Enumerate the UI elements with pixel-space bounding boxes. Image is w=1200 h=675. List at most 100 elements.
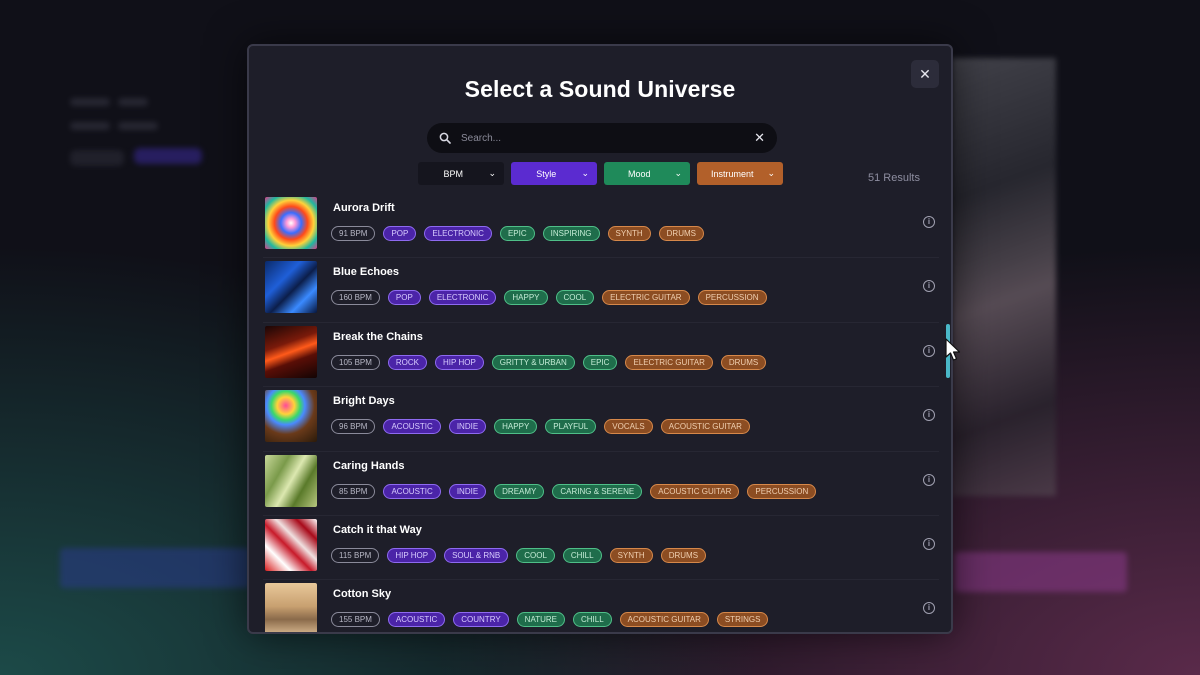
- track-row[interactable]: Break the Chains 105 BPM ROCK HIP HOP GRITTY…: [263, 323, 939, 388]
- mood-tag: COOL: [516, 547, 555, 563]
- mood-tag: CARING & SERENE: [552, 483, 643, 499]
- style-tag: ROCK: [387, 354, 428, 370]
- mood-tag: PLAYFUL: [545, 419, 597, 435]
- sound-universe-modal: ✕ Select a Sound Universe ✕ BPM ⌄ Style …: [247, 44, 953, 634]
- mood-tag: CHILL: [562, 547, 602, 563]
- filter-label: BPM: [443, 168, 463, 179]
- track-name: Break the Chains: [333, 330, 423, 343]
- info-icon[interactable]: i: [923, 473, 935, 486]
- search-input[interactable]: [459, 131, 755, 145]
- style-tag: POP: [383, 226, 417, 241]
- bg-button: [134, 148, 202, 164]
- info-icon[interactable]: i: [923, 344, 935, 357]
- track-thumbnail: [265, 261, 317, 314]
- clear-search-icon[interactable]: ✕: [754, 130, 765, 146]
- track-tags: 85 BPM ACOUSTIC INDIE DREAMY CARING & SERENE…: [331, 483, 817, 499]
- bpm-tag: 115 BPM: [331, 547, 380, 563]
- bg-timeline-bar: [955, 552, 1127, 592]
- filter-label: Mood: [627, 168, 651, 179]
- search-bar: ✕: [427, 123, 777, 153]
- track-thumbnail: [265, 325, 317, 378]
- style-tag: ELECTRONIC: [424, 226, 492, 241]
- style-tag: ACOUSTIC: [383, 483, 441, 499]
- style-tag: ACOUSTIC: [387, 612, 446, 628]
- style-tag: ELECTRONIC: [428, 290, 497, 306]
- track-name: Aurora Drift: [333, 202, 395, 214]
- track-row[interactable]: Catch it that Way 115 BPM HIP HOP SOUL & RN…: [263, 516, 939, 581]
- mood-tag: NATURE: [516, 612, 565, 628]
- modal-title: Select a Sound Universe: [464, 76, 736, 102]
- style-tag: ACOUSTIC: [383, 419, 441, 435]
- instrument-tag: VOCALS: [604, 419, 653, 435]
- info-icon[interactable]: i: [923, 537, 935, 550]
- bg-button: [70, 150, 124, 166]
- style-tag: POP: [387, 290, 421, 306]
- track-thumbnail: [265, 583, 317, 632]
- track-row[interactable]: Bright Days 96 BPM ACOUSTIC INDIE HAPPY PLAYF…: [263, 387, 939, 452]
- search-icon: [439, 132, 451, 144]
- bg-placeholder-line: [118, 98, 148, 106]
- bg-placeholder-line: [70, 98, 110, 106]
- style-tag: HIP HOP: [387, 547, 437, 563]
- instrument-tag: STRINGS: [716, 612, 769, 628]
- track-tags: 155 BPM ACOUSTIC COUNTRY NATURE CHILL ACOUSTI…: [331, 612, 769, 628]
- track-name: Cotton Sky: [333, 588, 392, 601]
- mood-tag: EPIC: [582, 354, 618, 370]
- filter-bpm[interactable]: BPM ⌄: [418, 162, 504, 185]
- track-row[interactable]: Caring Hands 85 BPM ACOUSTIC INDIE DREAMY CAR…: [263, 452, 939, 516]
- instrument-tag: SYNTH: [607, 226, 651, 241]
- info-icon[interactable]: i: [923, 409, 935, 422]
- style-tag: INDIE: [448, 483, 487, 499]
- instrument-tag: ELECTRIC GUITAR: [602, 290, 690, 306]
- mood-tag: GRITTY & URBAN: [491, 354, 575, 370]
- bg-placeholder-line: [118, 122, 158, 130]
- style-tag: HIP HOP: [435, 354, 484, 370]
- bg-timeline-bar: [60, 548, 250, 588]
- bpm-tag: 160 BPM: [331, 290, 380, 306]
- style-tag: SOUL & RNB: [444, 547, 509, 563]
- track-thumbnail: [265, 454, 317, 507]
- instrument-tag: ELECTRIC GUITAR: [625, 354, 713, 370]
- mood-tag: EPIC: [499, 226, 535, 241]
- mood-tag: HAPPY: [504, 290, 548, 306]
- instrument-tag: PERCUSSION: [697, 290, 767, 306]
- track-row[interactable]: Cotton Sky 155 BPM ACOUSTIC COUNTRY NATURE CH…: [263, 580, 939, 632]
- bpm-tag: 85 BPM: [331, 483, 376, 499]
- track-thumbnail: [265, 390, 317, 443]
- instrument-tag: DRUMS: [658, 226, 704, 241]
- mood-tag: HAPPY: [494, 419, 538, 435]
- track-thumbnail: [265, 197, 317, 249]
- bg-photo: [952, 58, 1056, 496]
- chevron-down-icon: ⌄: [767, 168, 775, 178]
- info-icon[interactable]: i: [923, 216, 935, 228]
- filter-mood[interactable]: Mood ⌄: [604, 162, 690, 185]
- style-tag: COUNTRY: [453, 612, 509, 628]
- filter-instrument[interactable]: Instrument ⌄: [697, 162, 783, 185]
- track-tags: 91 BPM POP ELECTRONIC EPIC INSPIRING SYNTH DRU…: [331, 226, 704, 241]
- track-thumbnail: [265, 518, 317, 571]
- mouse-cursor-icon: [945, 338, 961, 361]
- track-tags: 115 BPM HIP HOP SOUL & RNB COOL CHILL SYNTH DR…: [331, 547, 707, 563]
- mood-tag: INSPIRING: [542, 226, 600, 241]
- track-name: Caring Hands: [333, 459, 405, 472]
- track-list: Aurora Drift 91 BPM POP ELECTRONIC EPIC INSPI…: [263, 194, 939, 632]
- filter-label: Style: [536, 168, 557, 179]
- mood-tag: COOL: [555, 290, 595, 306]
- track-tags: 105 BPM ROCK HIP HOP GRITTY & URBAN EPIC ELEC…: [331, 354, 767, 370]
- track-tags: 160 BPM POP ELECTRONIC HAPPY COOL ELECTRIC GU…: [331, 290, 767, 306]
- track-row[interactable]: Aurora Drift 91 BPM POP ELECTRONIC EPIC INSPI…: [263, 194, 939, 259]
- bpm-tag: 155 BPM: [331, 612, 380, 628]
- bg-placeholder-line: [70, 122, 110, 130]
- instrument-tag: DRUMS: [720, 354, 767, 370]
- filter-label: Instrument: [710, 168, 754, 179]
- chevron-down-icon: ⌄: [581, 168, 589, 178]
- filter-style[interactable]: Style ⌄: [511, 162, 597, 185]
- info-icon[interactable]: i: [923, 280, 935, 293]
- track-name: Bright Days: [333, 395, 395, 408]
- track-row[interactable]: Blue Echoes 160 BPM POP ELECTRONIC HAPPY COOL…: [263, 258, 939, 323]
- info-icon[interactable]: i: [923, 602, 935, 615]
- bpm-tag: 105 BPM: [331, 354, 380, 370]
- instrument-tag: ACOUSTIC GUITAR: [650, 483, 740, 499]
- mood-tag: CHILL: [572, 612, 612, 628]
- style-tag: INDIE: [448, 419, 487, 435]
